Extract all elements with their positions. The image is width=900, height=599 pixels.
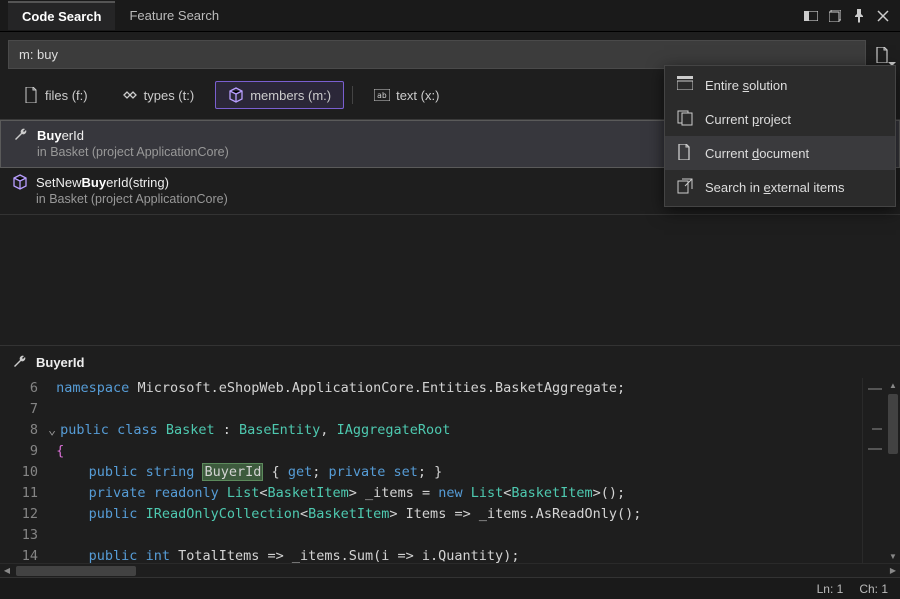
filter-files-label: files (f:)	[45, 88, 88, 103]
filter-divider	[352, 86, 353, 104]
text-icon: ab	[374, 87, 390, 103]
window-dock-icon[interactable]	[802, 7, 820, 25]
dropdown-label: Current project	[705, 112, 791, 127]
dropdown-item[interactable]: Current project	[665, 102, 895, 136]
filter-files[interactable]: files (f:)	[10, 81, 101, 109]
dropdown-label: Search in external items	[705, 180, 844, 195]
scroll-right-icon[interactable]: ▶	[886, 566, 900, 575]
horizontal-scrollbar[interactable]: ◀ ▶	[0, 563, 900, 577]
external-icon	[677, 178, 695, 196]
dropdown-item[interactable]: Current document	[665, 136, 895, 170]
dropdown-item[interactable]: Entire solution	[665, 68, 895, 102]
status-col: Ch: 1	[859, 582, 888, 596]
solution-icon	[677, 76, 695, 94]
scroll-left-icon[interactable]: ◀	[0, 566, 14, 575]
scope-dropdown-icon[interactable]	[872, 45, 892, 65]
vscroll-thumb[interactable]	[888, 394, 898, 454]
tab-code-search[interactable]: Code Search	[8, 1, 115, 30]
vertical-scrollbar[interactable]: ▲ ▼	[886, 378, 900, 563]
status-line: Ln: 1	[817, 582, 844, 596]
project-icon	[677, 110, 695, 128]
wrench-icon	[12, 354, 28, 370]
document-icon	[677, 144, 695, 162]
close-icon[interactable]	[874, 7, 892, 25]
status-bar: Ln: 1 Ch: 1	[0, 577, 900, 599]
minimap[interactable]	[862, 378, 886, 563]
pin-icon[interactable]	[850, 7, 868, 25]
preview-pane: BuyerId 67891011121314 namespace Microso…	[0, 345, 900, 599]
title-bar: Code Search Feature Search	[0, 0, 900, 32]
dropdown-label: Entire solution	[705, 78, 787, 93]
wrench-icon	[13, 127, 29, 143]
code-editor[interactable]: 67891011121314 namespace Microsoft.eShop…	[0, 378, 900, 563]
file-icon	[23, 87, 39, 103]
window-restore-icon[interactable]	[826, 7, 844, 25]
filter-members[interactable]: members (m:)	[215, 81, 344, 109]
line-numbers: 67891011121314	[0, 378, 48, 563]
result-title: BuyerId	[37, 128, 84, 143]
tab-feature-search[interactable]: Feature Search	[115, 2, 233, 29]
preview-header: BuyerId	[0, 345, 900, 378]
filter-text-label: text (x:)	[396, 88, 439, 103]
code-content[interactable]: namespace Microsoft.eShopWeb.Application…	[48, 378, 862, 563]
filter-types-label: types (t:)	[144, 88, 195, 103]
scroll-down-icon[interactable]: ▼	[889, 549, 897, 563]
hscroll-thumb[interactable]	[16, 566, 136, 576]
dropdown-label: Current document	[705, 146, 809, 161]
filter-members-label: members (m:)	[250, 88, 331, 103]
members-icon	[228, 87, 244, 103]
scope-dropdown-menu: Entire solution Current project Current do…	[664, 65, 896, 207]
types-icon	[122, 87, 138, 103]
dropdown-item[interactable]: Search in external items	[665, 170, 895, 204]
filter-text[interactable]: ab text (x:)	[361, 81, 452, 109]
preview-title: BuyerId	[36, 355, 84, 370]
filter-types[interactable]: types (t:)	[109, 81, 208, 109]
result-title: SetNewBuyerId(string)	[36, 175, 169, 190]
svg-text:ab: ab	[377, 91, 387, 100]
method-icon	[12, 174, 28, 190]
scroll-up-icon[interactable]: ▲	[889, 378, 897, 392]
